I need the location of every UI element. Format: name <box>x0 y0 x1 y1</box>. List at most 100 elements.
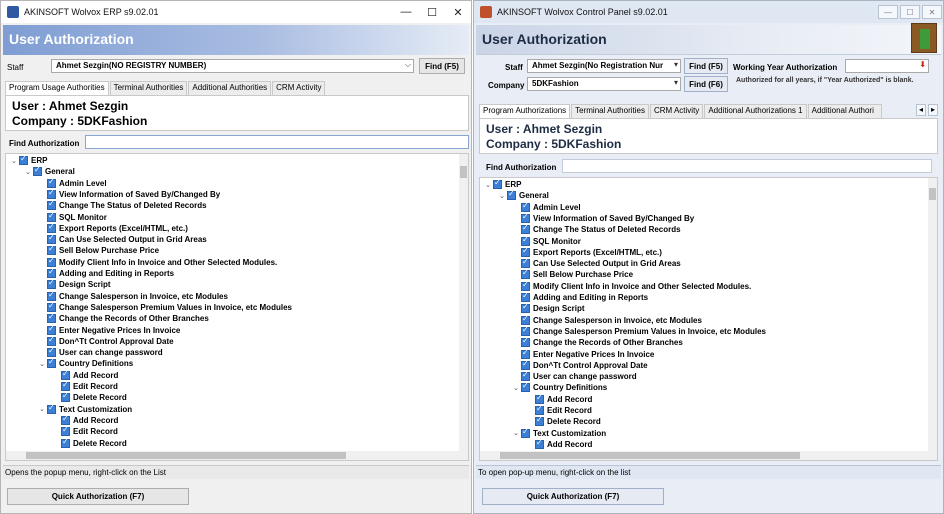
checkbox[interactable] <box>521 370 530 382</box>
tree-item[interactable]: Modify Client Info in Invoice and Other … <box>480 280 751 292</box>
checkbox[interactable] <box>535 438 544 449</box>
tree-item[interactable]: Sell Below Purchase Price <box>6 244 159 256</box>
checkbox[interactable] <box>521 325 530 336</box>
tree-item[interactable]: Export Reports (Excel/HTML, etc.) <box>6 222 188 234</box>
expand-chevron-icon[interactable]: ⌄ <box>10 157 18 165</box>
checkbox[interactable] <box>47 346 56 358</box>
tab-scroll-left-icon[interactable]: ◂ <box>916 104 926 116</box>
checkbox[interactable] <box>535 415 544 427</box>
staff-combo[interactable]: Ahmet Sezgin(No Registration Nur ▾ <box>527 59 681 73</box>
tree-vertical-scrollbar[interactable] <box>459 154 468 460</box>
hscroll-thumb[interactable] <box>26 452 346 459</box>
checkbox[interactable] <box>535 393 544 404</box>
tab-terminal[interactable]: Terminal Authorities <box>571 104 649 118</box>
checkbox[interactable] <box>47 244 56 256</box>
tree-item[interactable]: Design Script <box>480 302 585 314</box>
tree-item[interactable]: Modify Client Info in Invoice and Other … <box>6 256 277 268</box>
checkbox[interactable] <box>61 369 70 380</box>
tree-item[interactable]: ⌄ Text Customization <box>480 427 606 439</box>
tree-item[interactable]: Admin Level <box>6 177 107 189</box>
checkbox[interactable] <box>521 348 530 359</box>
hscroll-thumb[interactable] <box>500 452 800 459</box>
tree-item[interactable]: Delete Record <box>6 437 127 449</box>
tree-item[interactable]: Design Script <box>6 278 111 290</box>
checkbox[interactable] <box>47 403 56 414</box>
tree-item[interactable]: Change The Status of Deleted Records <box>6 199 207 211</box>
expand-chevron-icon[interactable]: ⌄ <box>512 384 520 392</box>
quick-authorization-button[interactable]: Quick Authorization (F7) <box>7 488 189 505</box>
checkbox[interactable] <box>521 280 530 291</box>
checkbox[interactable] <box>521 257 530 269</box>
tree-item[interactable]: ⌄ General <box>6 165 75 177</box>
tree-horizontal-scrollbar[interactable] <box>480 451 928 460</box>
tree-item[interactable]: Change Salesperson in Invoice, etc Modul… <box>6 290 228 302</box>
tab-crm-activity[interactable]: CRM Activity <box>649 104 704 118</box>
find-f6-button[interactable]: Find (F6) <box>684 76 728 92</box>
checkbox[interactable] <box>61 437 70 448</box>
exit-door-icon[interactable] <box>911 23 937 53</box>
tree-item[interactable]: View Information of Saved By/Changed By <box>480 212 694 224</box>
tree-horizontal-scrollbar[interactable] <box>6 451 459 460</box>
checkbox[interactable] <box>47 222 56 233</box>
checkbox[interactable] <box>47 290 56 301</box>
checkbox[interactable] <box>47 301 56 312</box>
minimize-button[interactable]: — <box>878 5 898 19</box>
tree-item[interactable]: ⌄ Country Definitions <box>6 357 133 369</box>
checkbox[interactable] <box>47 312 56 324</box>
checkbox[interactable] <box>47 211 56 222</box>
tree-item[interactable]: Can Use Selected Output in Grid Areas <box>480 257 681 269</box>
expand-chevron-icon[interactable]: ⌄ <box>24 168 32 176</box>
checkbox[interactable] <box>61 414 70 425</box>
expand-chevron-icon[interactable]: ⌄ <box>38 405 46 413</box>
tab-crm-activity[interactable]: CRM Activity <box>272 81 326 95</box>
quick-authorization-button[interactable]: Quick Authorization (F7) <box>482 488 664 505</box>
tree-item[interactable]: User can change password <box>6 346 163 358</box>
tree-item[interactable]: View Information of Saved By/Changed By <box>6 188 220 200</box>
staff-combo[interactable]: Ahmet Sezgin(NO REGISTRY NUMBER) ⌵ <box>51 59 414 73</box>
tree-item[interactable]: Adding and Editing in Reports <box>6 267 174 279</box>
tab-scroll-right-icon[interactable]: ▸ <box>928 104 938 116</box>
expand-chevron-icon[interactable]: ⌄ <box>38 360 46 368</box>
checkbox[interactable] <box>521 201 530 212</box>
checkbox[interactable] <box>47 188 56 199</box>
expand-chevron-icon[interactable]: ⌄ <box>512 429 520 437</box>
tree-item[interactable]: SQL Monitor <box>6 211 107 223</box>
checkbox[interactable] <box>521 302 530 314</box>
checkbox[interactable] <box>61 391 70 403</box>
checkbox[interactable] <box>521 235 530 246</box>
tree-item[interactable]: Adding and Editing in Reports <box>480 291 648 303</box>
tree-vertical-scrollbar[interactable] <box>928 178 937 460</box>
checkbox[interactable] <box>61 380 70 391</box>
checkbox[interactable] <box>47 233 56 245</box>
checkbox[interactable] <box>33 165 42 177</box>
scroll-thumb[interactable] <box>460 166 467 178</box>
find-authorization-input[interactable] <box>85 135 469 149</box>
tree-item[interactable]: Delete Record <box>6 391 127 403</box>
authorization-tree[interactable]: ⌄ ERP ⌄ GeneralAdmin LevelView Information … <box>5 153 469 461</box>
tree-item[interactable]: Enter Negative Prices In Invoice <box>6 324 180 336</box>
tree-item[interactable]: Change the Records of Other Branches <box>480 336 683 348</box>
minimize-button[interactable]: — <box>393 1 419 23</box>
checkbox[interactable] <box>47 177 56 188</box>
checkbox[interactable] <box>19 154 28 165</box>
close-button[interactable]: ✕ <box>445 1 471 23</box>
working-year-input[interactable]: ⬇ <box>845 59 929 73</box>
checkbox[interactable] <box>535 404 544 415</box>
checkbox[interactable] <box>47 267 56 278</box>
down-arrow-icon[interactable]: ⬇ <box>919 60 926 69</box>
checkbox[interactable] <box>507 189 516 201</box>
tree-item[interactable]: ⌄ General <box>480 189 549 201</box>
tree-item[interactable]: ⌄ Text Customization <box>6 403 132 415</box>
tree-item[interactable]: Add Record <box>480 438 592 450</box>
tree-item[interactable]: Don^Tt Control Approval Date <box>6 335 174 347</box>
tab-additional[interactable]: Additional Authorities <box>188 81 272 95</box>
checkbox[interactable] <box>47 335 56 346</box>
find-f5-button[interactable]: Find (F5) <box>684 58 728 74</box>
tree-item[interactable]: Enter Negative Prices In Invoice <box>480 348 654 360</box>
checkbox[interactable] <box>47 256 56 267</box>
tree-item[interactable]: Export Reports (Excel/HTML, etc.) <box>480 246 662 258</box>
checkbox[interactable] <box>521 314 530 325</box>
checkbox[interactable] <box>521 359 530 370</box>
tab-terminal[interactable]: Terminal Authorities <box>109 81 188 95</box>
tab-program-usage[interactable]: Program Usage Authorities <box>5 81 109 95</box>
